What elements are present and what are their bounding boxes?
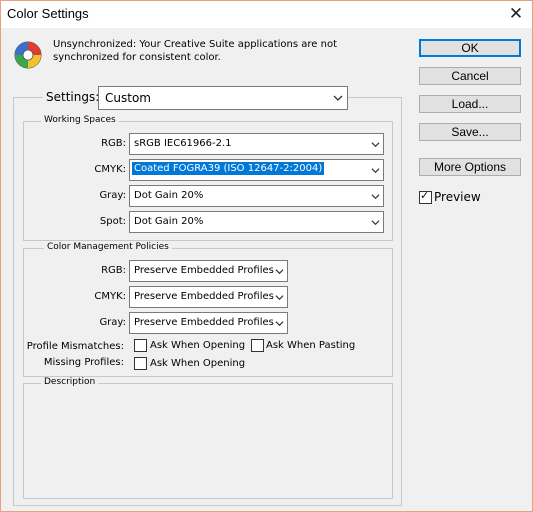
- mismatch-ask-pasting-label: Ask When Pasting: [266, 340, 356, 351]
- chevron-down-icon: [275, 295, 284, 301]
- more-options-button[interactable]: More Options: [419, 158, 521, 176]
- working-spaces-title: Working Spaces: [41, 115, 119, 125]
- policy-cmyk-label: CMYK:: [94, 291, 126, 302]
- mismatch-ask-pasting-checkbox[interactable]: [251, 339, 264, 352]
- policy-gray-dropdown[interactable]: Preserve Embedded Profiles: [129, 312, 288, 334]
- ws-rgb-value: sRGB IEC61966-2.1: [134, 138, 232, 149]
- policy-cmyk-value: Preserve Embedded Profiles: [134, 291, 274, 302]
- missing-ask-opening-checkbox[interactable]: [134, 357, 147, 370]
- save-button[interactable]: Save...: [419, 123, 521, 141]
- profile-mismatches-label: Profile Mismatches:: [26, 341, 124, 352]
- window-title: Color Settings: [7, 6, 89, 21]
- preview-label: Preview: [434, 190, 481, 204]
- chevron-down-icon: [371, 168, 380, 174]
- description-group: [23, 383, 393, 499]
- ws-rgb-label: RGB:: [101, 138, 126, 149]
- policy-rgb-dropdown[interactable]: Preserve Embedded Profiles: [129, 260, 288, 282]
- ws-spot-value: Dot Gain 20%: [134, 216, 204, 227]
- cancel-button[interactable]: Cancel: [419, 67, 521, 85]
- sync-message: Unsynchronized: Your Creative Suite appl…: [53, 38, 337, 64]
- mismatch-ask-opening-label: Ask When Opening: [150, 340, 246, 351]
- policies-title: Color Management Policies: [44, 242, 172, 252]
- preview-checkbox[interactable]: [419, 189, 432, 204]
- policy-rgb-value: Preserve Embedded Profiles: [134, 265, 274, 276]
- policy-gray-label: Gray:: [99, 317, 126, 328]
- policy-rgb-label: RGB:: [101, 265, 126, 276]
- title-bar: Color Settings ✕: [1, 1, 532, 28]
- color-wheel-icon: [14, 41, 42, 69]
- chevron-down-icon: [371, 142, 380, 148]
- sync-message-line2: synchronized for consistent color.: [53, 52, 221, 63]
- chevron-down-icon: [371, 220, 380, 226]
- policy-gray-value: Preserve Embedded Profiles: [134, 317, 274, 328]
- ok-button[interactable]: OK: [419, 39, 521, 57]
- ws-cmyk-value: Coated FOGRA39 (ISO 12647-2:2004): [132, 162, 325, 175]
- ws-cmyk-dropdown[interactable]: Coated FOGRA39 (ISO 12647-2:2004): [129, 159, 384, 181]
- mismatch-ask-opening-checkbox[interactable]: [134, 339, 147, 352]
- policy-cmyk-dropdown[interactable]: Preserve Embedded Profiles: [129, 286, 288, 308]
- ws-gray-label: Gray:: [99, 190, 126, 201]
- load-button[interactable]: Load...: [419, 95, 521, 113]
- color-settings-dialog: Color Settings ✕ Unsynchronized: Your Cr…: [0, 0, 533, 512]
- sync-message-line1: Unsynchronized: Your Creative Suite appl…: [53, 39, 338, 50]
- chevron-down-icon: [275, 269, 284, 275]
- ws-gray-value: Dot Gain 20%: [134, 190, 204, 201]
- ws-rgb-dropdown[interactable]: sRGB IEC61966-2.1: [129, 133, 384, 155]
- chevron-down-icon: [333, 95, 343, 101]
- ws-gray-dropdown[interactable]: Dot Gain 20%: [129, 185, 384, 207]
- settings-label: Settings:: [43, 90, 103, 104]
- chevron-down-icon: [371, 194, 380, 200]
- ws-spot-label: Spot:: [99, 216, 126, 227]
- close-icon[interactable]: ✕: [504, 3, 528, 25]
- settings-dropdown[interactable]: Custom: [98, 86, 348, 110]
- description-title: Description: [41, 377, 99, 387]
- chevron-down-icon: [275, 321, 284, 327]
- missing-profiles-label: Missing Profiles:: [43, 357, 124, 368]
- missing-ask-opening-label: Ask When Opening: [150, 358, 246, 369]
- ws-spot-dropdown[interactable]: Dot Gain 20%: [129, 211, 384, 233]
- ws-cmyk-label: CMYK:: [94, 164, 126, 175]
- settings-value: Custom: [105, 91, 151, 105]
